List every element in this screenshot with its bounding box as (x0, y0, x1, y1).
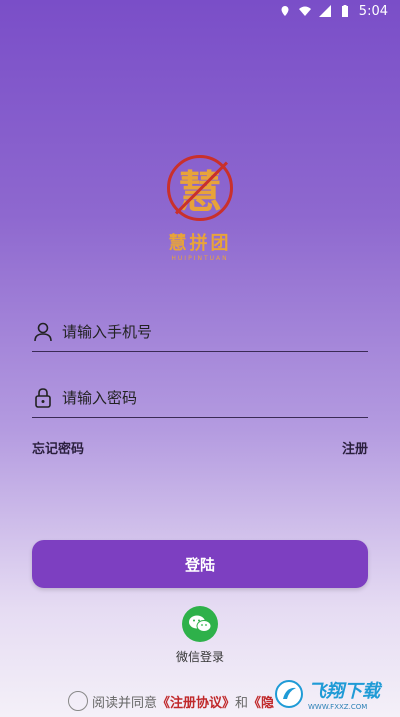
watermark: 飞翔下载 WWW.FXXZ.COM (274, 676, 392, 712)
privacy-link[interactable]: 《隐 (248, 692, 274, 711)
password-field[interactable] (32, 378, 368, 418)
signal-icon (318, 5, 331, 17)
watermark-logo-icon (275, 680, 303, 708)
app-logo: 慧 慧拼团 HUIPINTUAN (150, 155, 250, 270)
location-icon (281, 6, 289, 16)
battery-icon (341, 5, 348, 17)
login-button[interactable]: 登陆 (32, 540, 368, 588)
agreement-checkbox[interactable] (68, 691, 88, 711)
phone-field[interactable] (32, 312, 368, 352)
wechat-button[interactable] (182, 606, 218, 642)
auth-links: 忘记密码 注册 (32, 438, 368, 457)
wechat-login[interactable]: 微信登录 (170, 606, 230, 665)
phone-input[interactable] (62, 322, 368, 341)
lock-icon (35, 387, 51, 408)
terms-link[interactable]: 《注册协议》 (157, 692, 235, 711)
user-icon (34, 322, 52, 341)
forgot-password-link[interactable]: 忘记密码 (32, 438, 84, 457)
status-time: 5:04 (358, 3, 388, 19)
watermark-text: 飞翔下载 (308, 681, 380, 702)
agreement-prefix: 阅读并同意 (92, 695, 158, 711)
logo-title: 慧拼团 (168, 233, 232, 254)
wechat-login-label: 微信登录 (175, 650, 224, 664)
wechat-icon (189, 615, 212, 632)
logo-emblem: 慧 (167, 155, 233, 221)
agreement-and: 和 (235, 695, 249, 711)
password-input[interactable] (62, 388, 368, 407)
register-link[interactable]: 注册 (342, 438, 368, 457)
status-bar: 5:04 (0, 0, 400, 22)
watermark-sub: WWW.FXXZ.COM (308, 703, 368, 711)
wifi-icon (298, 6, 311, 16)
logo-subtitle: HUIPINTUAN (171, 255, 229, 262)
